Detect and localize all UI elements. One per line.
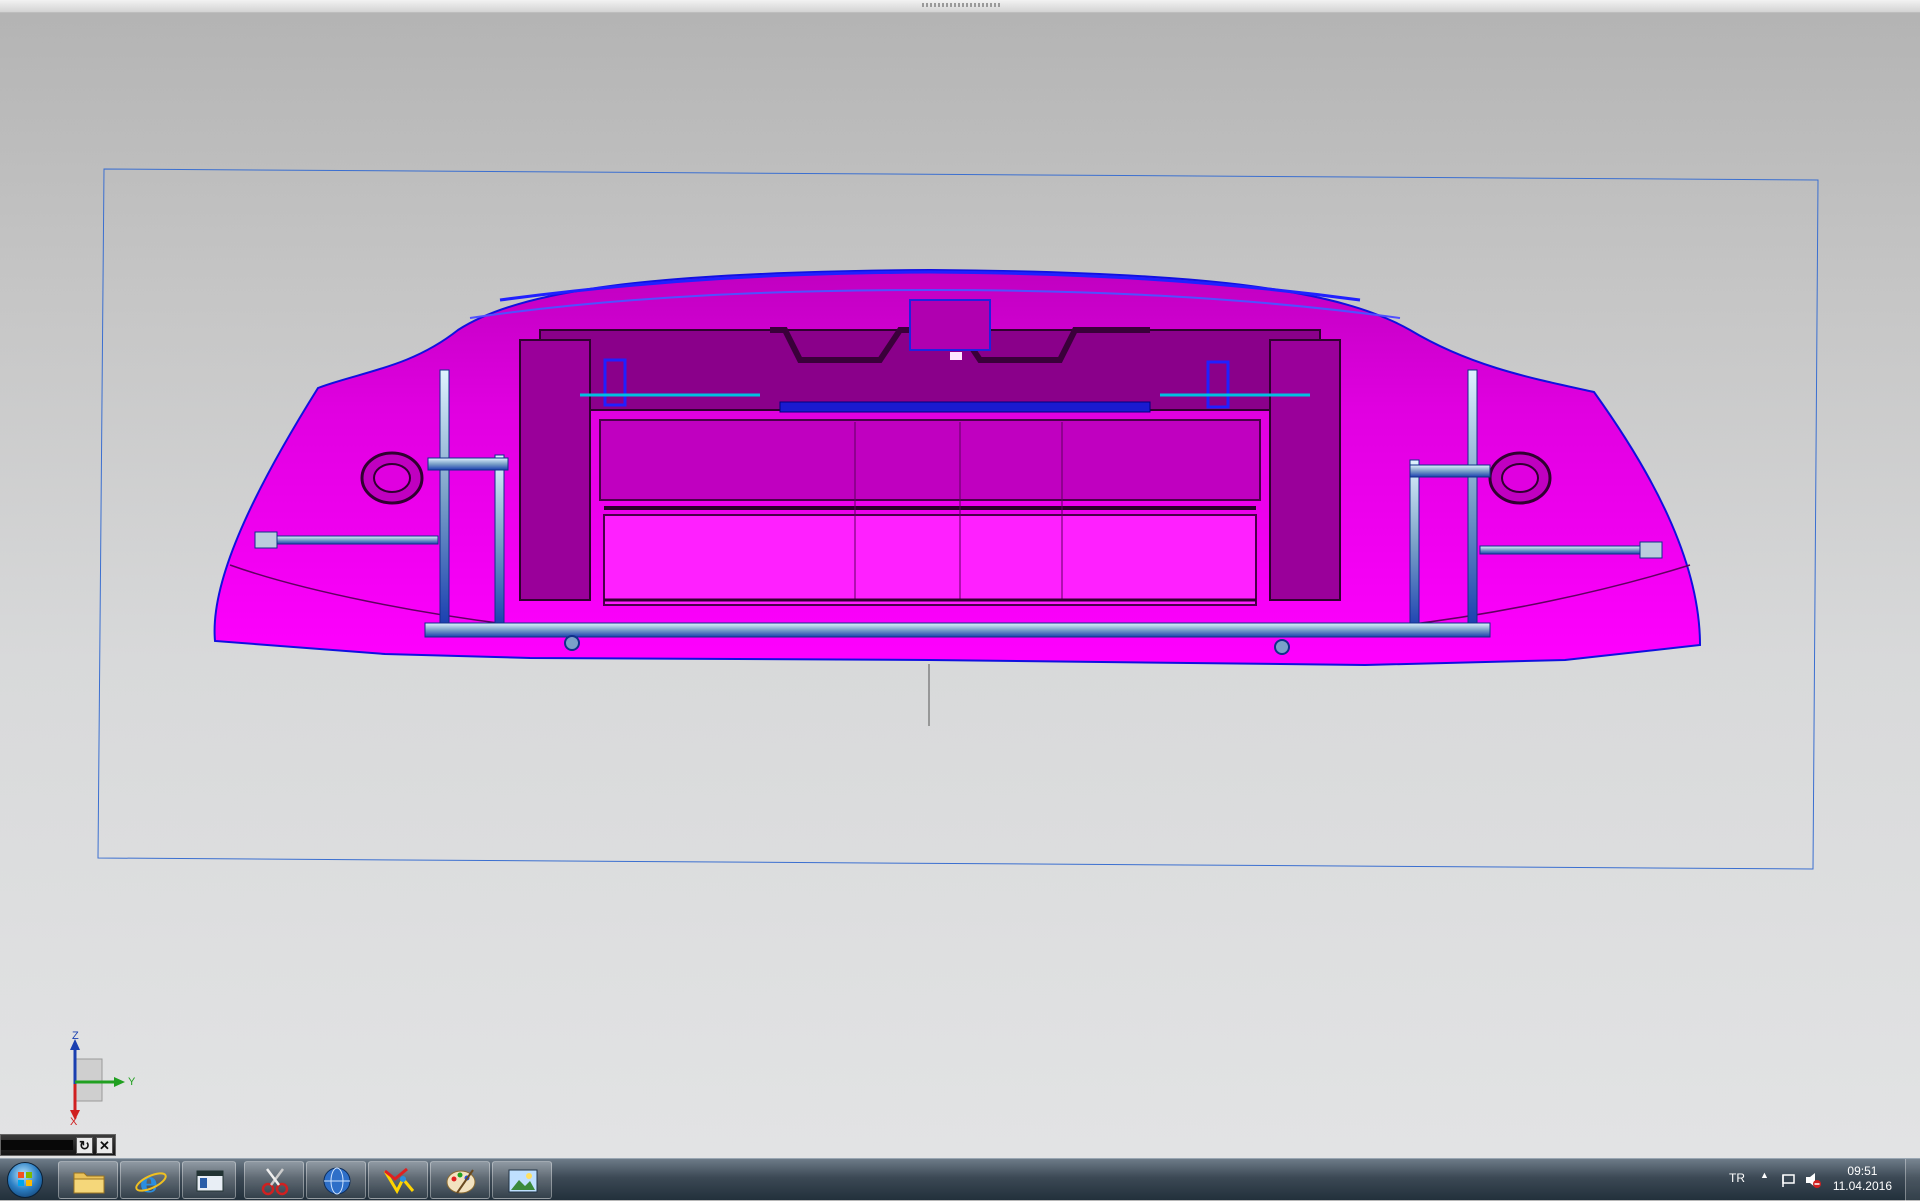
folder-icon [73,1172,105,1194]
refresh-icon[interactable]: ↻ [76,1137,93,1154]
left-fog-lamp [360,451,424,505]
volume-muted-icon[interactable] [1804,1171,1822,1189]
action-center-flag-icon[interactable] [1781,1172,1797,1188]
svg-text:e: e [140,1166,158,1197]
clock-date: 11.04.2016 [1832,1179,1892,1193]
show-hidden-icons-icon[interactable]: ▲ [1760,1170,1769,1180]
language-indicator[interactable]: TR [1729,1171,1745,1185]
scissors-icon [261,1168,289,1196]
taskbar-app-cad[interactable] [368,1161,428,1199]
taskbar-app-window[interactable] [182,1161,236,1199]
triad-x-label: X [70,1116,78,1128]
mini-toolbar-field[interactable] [1,1140,73,1150]
palette-icon [446,1169,476,1194]
triad-y-label: Y [128,1076,136,1088]
taskbar: e TR ▲ 09:51 11.04.2016 [0,1158,1920,1201]
right-fog-lamp [1488,451,1552,505]
cad-bumper-model[interactable] [0,0,1920,1200]
globe-icon [323,1167,351,1195]
orientation-triad[interactable]: Z Y X [58,1030,158,1134]
system-clock[interactable]: 09:51 11.04.2016 [1833,1164,1892,1194]
taskbar-app-ie[interactable]: e [120,1161,180,1199]
clock-time: 09:51 [1847,1164,1878,1178]
taskbar-app-browser[interactable] [306,1161,366,1199]
triad-z-label: Z [72,1030,79,1042]
window-icon [196,1170,224,1192]
floating-mini-toolbar: ↻ ✕ [0,1134,116,1156]
close-icon[interactable]: ✕ [96,1137,113,1154]
start-button[interactable] [3,1161,49,1199]
show-desktop-button[interactable] [1905,1159,1920,1201]
taskbar-app-snipping[interactable] [244,1161,304,1199]
windows-logo-icon [7,1162,43,1198]
cad-icon [383,1167,415,1195]
taskbar-app-explorer[interactable] [58,1161,118,1199]
ie-icon: e [135,1166,167,1197]
picture-icon [508,1169,538,1193]
taskbar-app-picture[interactable] [492,1161,552,1199]
taskbar-app-paint[interactable] [430,1161,490,1199]
